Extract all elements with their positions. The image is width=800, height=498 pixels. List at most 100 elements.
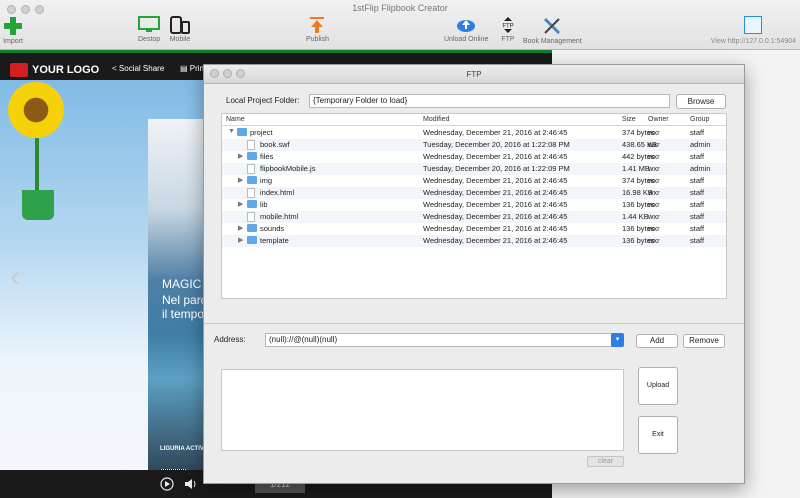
address-dropdown-button[interactable]: ▾	[611, 333, 624, 347]
cover-caption: LIGURIA ACTIV	[160, 446, 204, 452]
dialog-close-button[interactable]	[210, 69, 219, 78]
cell-name: template	[260, 236, 289, 245]
add-button[interactable]: Add	[636, 334, 678, 348]
disclosure-triangle-icon[interactable]: ▶	[238, 236, 243, 244]
view-url[interactable]: View http://127.0.0.1:54904	[711, 38, 796, 45]
cell-modified: Tuesday, December 20, 2016 at 1:22:09 PM	[423, 164, 570, 173]
book-management-button[interactable]: Book Management	[523, 16, 582, 45]
plus-icon	[4, 17, 22, 35]
folder-row[interactable]: ▶ sounds Wednesday, December 21, 2016 at 2…	[222, 223, 726, 235]
folder-row[interactable]: ▶ lib Wednesday, December 21, 2016 at 2:46…	[222, 199, 726, 211]
sunflower-image	[8, 82, 64, 138]
folder-row[interactable]: ▼ project Wednesday, December 21, 2016 at …	[222, 127, 726, 139]
cell-group: admin	[690, 164, 711, 173]
book-logo-icon	[10, 63, 28, 78]
file-row[interactable]: mobile.html Wednesday, December 21, 2016 …	[222, 211, 726, 223]
cloud-upload-icon	[457, 20, 476, 32]
cell-modified: Wednesday, December 21, 2016 at 2:46:45	[423, 176, 568, 185]
book-management-label: Book Management	[523, 38, 582, 45]
mobile-button[interactable]: Mobile	[169, 16, 191, 43]
cell-size: 1.44 KB	[622, 212, 649, 221]
file-list[interactable]: Name Modified Size Owner Group ▼ project W…	[221, 113, 727, 299]
disclosure-triangle-icon[interactable]: ▼	[228, 128, 235, 135]
col-group[interactable]: Group	[690, 116, 709, 123]
col-name[interactable]: Name	[226, 116, 245, 123]
chevron-down-icon: ▾	[615, 336, 620, 343]
cover-subtitle-2: il tempo	[162, 307, 205, 321]
cell-size: 1.41 MB	[622, 164, 650, 173]
folder-icon	[247, 176, 257, 184]
cell-group: staff	[690, 152, 705, 161]
dialog-zoom-button[interactable]	[236, 69, 245, 78]
folder-icon	[237, 128, 247, 136]
col-modified[interactable]: Modified	[423, 116, 449, 123]
cover-subtitle-1: Nel parc	[162, 293, 207, 307]
import-label: Import	[3, 38, 23, 45]
cell-group: admin	[690, 140, 711, 149]
cell-modified: Wednesday, December 21, 2016 at 2:46:45	[423, 224, 568, 233]
folder-icon	[247, 224, 257, 232]
cell-group: staff	[690, 200, 705, 209]
folder-row[interactable]: ▶ files Wednesday, December 21, 2016 at 2:…	[222, 151, 726, 163]
file-row[interactable]: flipbookMobile.js Tuesday, December 20, 2…	[222, 163, 726, 175]
disclosure-triangle-icon[interactable]: ▶	[238, 176, 243, 184]
file-list-header: Name Modified Size Owner Group	[222, 114, 726, 126]
disclosure-triangle-icon[interactable]: ▶	[238, 200, 243, 208]
ftp-label: FTP	[501, 36, 515, 43]
social-share-button[interactable]: < Social Share	[112, 64, 164, 73]
folder-row[interactable]: ▶ img Wednesday, December 21, 2016 at 2:46…	[222, 175, 726, 187]
ftp-button[interactable]: FTP FTP	[499, 16, 517, 43]
cell-owner: wxr	[648, 140, 660, 149]
prev-page-arrow-icon[interactable]: ‹	[10, 260, 20, 294]
disclosure-triangle-icon[interactable]: ▶	[238, 224, 243, 232]
cell-owner: wxr	[648, 164, 660, 173]
local-folder-label: Local Project Folder:	[226, 96, 300, 105]
cell-modified: Wednesday, December 21, 2016 at 2:46:45	[423, 236, 568, 245]
file-icon	[247, 188, 255, 198]
file-row[interactable]: book.swf Tuesday, December 20, 2016 at 1:…	[222, 139, 726, 151]
cover-title: MAGIC	[162, 277, 202, 291]
cell-name: img	[260, 176, 273, 185]
import-button[interactable]: Import	[3, 16, 23, 45]
ftp-icon: FTP	[502, 17, 514, 33]
cell-owner: wxr	[648, 212, 660, 221]
cell-name: flipbookMobile.js	[260, 164, 316, 173]
address-label: Address:	[214, 335, 246, 344]
col-size[interactable]: Size	[622, 116, 636, 123]
desktop-button[interactable]: Destop	[138, 16, 160, 43]
cell-modified: Wednesday, December 21, 2016 at 2:46:45	[423, 128, 568, 137]
clear-button[interactable]: clear	[587, 456, 624, 467]
col-owner[interactable]: Owner	[648, 116, 669, 123]
flower-pot	[22, 190, 54, 220]
transfer-log[interactable]	[221, 369, 624, 451]
logo: YOUR LOGO	[6, 61, 104, 79]
dialog-minimize-button[interactable]	[223, 69, 232, 78]
desktop-icon	[138, 16, 161, 32]
cell-modified: Wednesday, December 21, 2016 at 2:46:45	[423, 152, 568, 161]
publish-button[interactable]: Publish	[306, 16, 329, 43]
upload-button[interactable]: Upload	[638, 367, 678, 405]
folder-row[interactable]: ▶ template Wednesday, December 21, 2016 at…	[222, 235, 726, 247]
publish-icon	[310, 17, 325, 33]
file-row[interactable]: index.html Wednesday, December 21, 2016 a…	[222, 187, 726, 199]
network-icon[interactable]	[744, 16, 762, 34]
folder-icon	[247, 236, 257, 244]
address-field[interactable]: (null)://@(null)(null)	[265, 333, 615, 347]
disclosure-triangle-icon[interactable]: ▶	[238, 152, 243, 160]
browse-button[interactable]: Browse	[676, 94, 726, 109]
play-icon[interactable]	[160, 477, 174, 491]
desktop-label: Destop	[138, 36, 161, 43]
local-folder-field[interactable]: {Temporary Folder to load}	[309, 94, 670, 108]
cell-name: index.html	[260, 188, 295, 197]
share-icon: <	[112, 64, 119, 73]
remove-button[interactable]: Remove	[683, 334, 725, 348]
mobile-icon	[170, 16, 190, 34]
publish-label: Publish	[306, 36, 329, 43]
exit-button[interactable]: Exit	[638, 416, 678, 454]
volume-icon[interactable]	[184, 477, 198, 491]
upload-online-button[interactable]: Unload Online	[444, 16, 488, 43]
cell-name: mobile.html	[260, 212, 299, 221]
cell-name: lib	[260, 200, 268, 209]
folder-icon	[247, 200, 257, 208]
cell-owner: wxr	[648, 200, 660, 209]
